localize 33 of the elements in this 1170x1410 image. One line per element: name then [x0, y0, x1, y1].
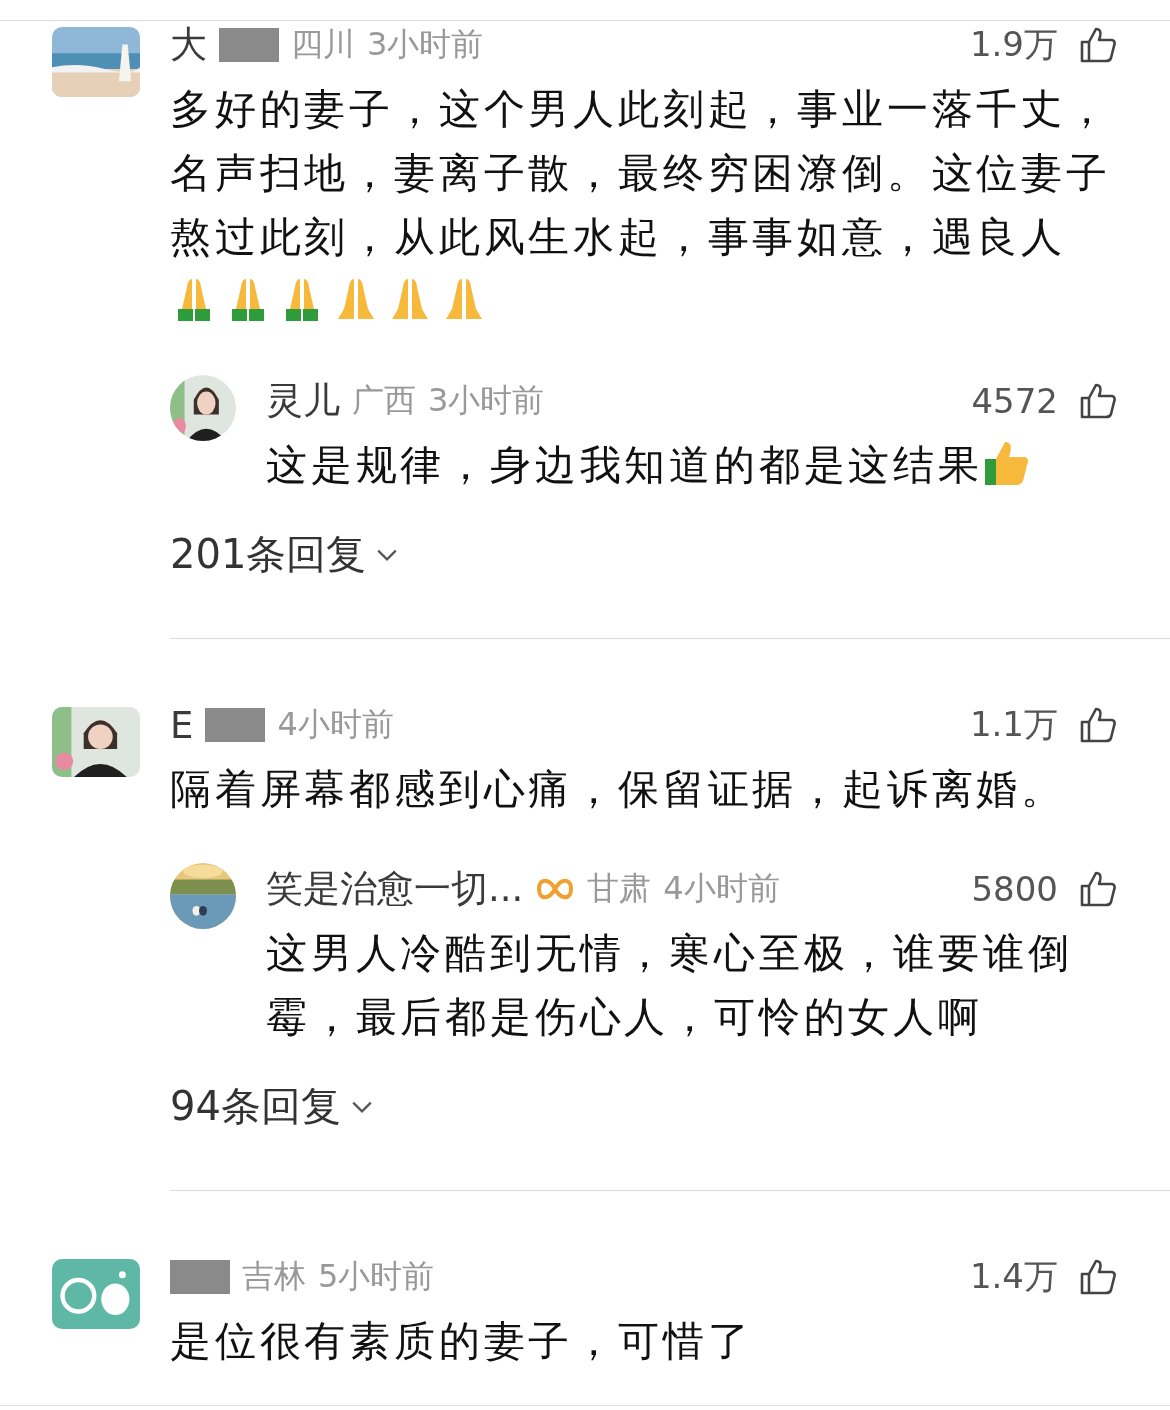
thumbs-up-emoji-icon — [982, 439, 1031, 487]
location: 甘肃 — [587, 868, 652, 909]
thumbs-up-icon[interactable] — [1078, 25, 1118, 65]
user-name[interactable]: 灵儿 — [266, 376, 340, 426]
like-count: 5800 — [971, 869, 1058, 909]
post-time: 4小时前 — [277, 704, 394, 745]
user-name[interactable]: 大 — [170, 20, 207, 70]
post-time: 5小时前 — [318, 1256, 435, 1297]
location: 四川 — [291, 24, 355, 65]
chevron-down-icon — [350, 1099, 373, 1114]
location: 吉林 — [242, 1256, 306, 1297]
chevron-down-icon — [376, 547, 399, 562]
view-replies-button[interactable]: 201条回复 — [170, 527, 399, 582]
like-count: 1.4万 — [969, 1255, 1058, 1298]
thumbs-up-icon[interactable] — [1078, 1257, 1118, 1297]
like-count: 1.9万 — [969, 23, 1058, 66]
thumbs-up-icon[interactable] — [1078, 869, 1118, 909]
like-count: 1.1万 — [969, 703, 1058, 746]
comment-text: 隔着屏幕都感到心痛，保留证据，起诉离婚。 — [170, 764, 1067, 815]
thumbs-up-icon[interactable] — [1078, 381, 1118, 421]
comment-text: 是位很有素质的妻子，可惜了 — [170, 1316, 754, 1367]
post-time: 3小时前 — [428, 380, 545, 421]
reply-text: 这男人冷酷到无情，寒心至极，谁要谁倒霉，最后都是伤心人，可怜的女人啊 — [266, 928, 1074, 1043]
comment-text: 多好的妻子，这个男人此刻起，事业一落千丈，名声扫地，妻离子散，最终穷困潦倒。这位妻子熬过此刻，从此风生水起，事事如意，遇良人 — [170, 77, 1118, 333]
like-count: 4572 — [971, 381, 1058, 421]
location: 广西 — [352, 380, 416, 421]
post-time: 4小时前 — [663, 868, 780, 909]
post-time: 3小时前 — [367, 24, 484, 65]
user-name[interactable]: 笑是治愈一切... — [266, 864, 524, 914]
view-replies-button[interactable]: 94条回复 — [170, 1079, 373, 1134]
reply-text: 这是规律，身边我知道的都是这结果 — [266, 433, 1118, 497]
thumbs-up-icon[interactable] — [1078, 705, 1118, 745]
user-name[interactable]: E — [170, 703, 194, 747]
